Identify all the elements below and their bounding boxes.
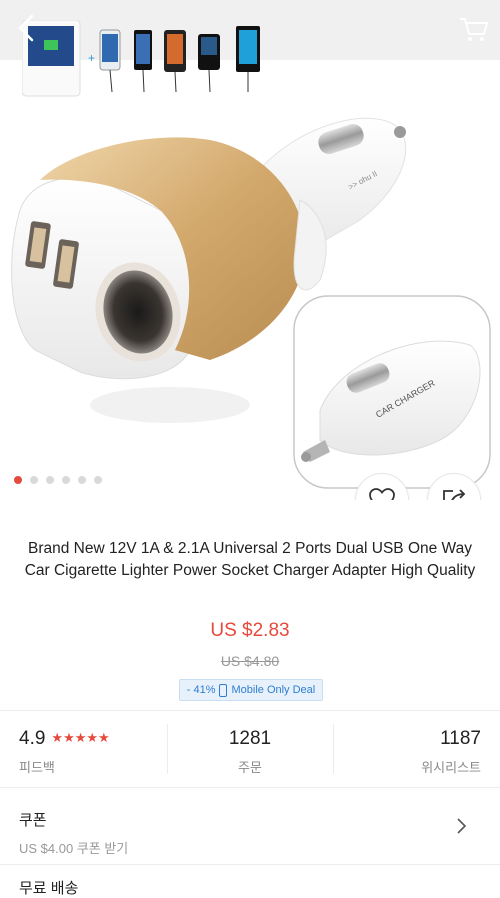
wishlist-stat: 1187 위시리스트 <box>333 712 500 786</box>
product-title: Brand New 12V 1A & 2.1A Universal 2 Port… <box>24 540 476 579</box>
gallery-dot[interactable] <box>62 476 70 484</box>
orders-label: 주문 <box>238 760 262 775</box>
orders-value: 1281 <box>228 728 272 749</box>
cart-icon <box>460 18 488 41</box>
wishlist-label: 위시리스트 <box>421 760 481 775</box>
top-navigation <box>0 0 500 56</box>
gallery-dot[interactable] <box>46 476 54 484</box>
gallery-pagination <box>14 476 102 486</box>
mobile-deal-badge: - 41% Mobile Only Deal <box>179 679 323 701</box>
product-image-gallery[interactable]: >> ohu II CAR CHARGER + <box>0 0 500 500</box>
orders-stat: 1281 주문 <box>167 712 333 786</box>
coupon-row[interactable]: 쿠폰 US $4.00 쿠폰 받기 <box>0 788 500 864</box>
share-icon <box>443 489 466 500</box>
mobile-phone-icon <box>219 683 228 697</box>
coupon-subtitle: US $4.00 쿠폰 받기 <box>19 841 129 856</box>
gallery-dot[interactable] <box>30 476 38 484</box>
rating-stat[interactable]: 4.9 ★★★★★ 피드백 <box>0 712 167 786</box>
rating-value: 4.9 <box>19 728 46 749</box>
chevron-right-icon <box>457 818 467 834</box>
deal-label: Mobile Only Deal <box>231 684 316 696</box>
divider <box>0 864 500 865</box>
coupon-title: 쿠폰 <box>19 812 47 829</box>
gallery-dot[interactable] <box>78 476 86 484</box>
star-rating-icon: ★★★★★ <box>51 730 110 745</box>
divider <box>0 710 500 711</box>
original-price: US $4.80 <box>220 653 280 669</box>
back-arrow-icon <box>18 14 34 42</box>
rating-label: 피드백 <box>19 760 55 775</box>
discount-percent: - 41% <box>186 684 216 696</box>
current-price: US $2.83 <box>210 620 290 641</box>
gallery-dot[interactable] <box>94 476 102 484</box>
cart-button[interactable] <box>456 10 492 46</box>
wishlist-value: 1187 <box>440 728 481 749</box>
gallery-dot[interactable] <box>14 476 22 484</box>
back-button[interactable] <box>10 10 46 46</box>
heart-icon <box>369 488 395 500</box>
product-stats: 4.9 ★★★★★ 피드백 1281 주문 1187 위시리스트 <box>0 712 500 786</box>
